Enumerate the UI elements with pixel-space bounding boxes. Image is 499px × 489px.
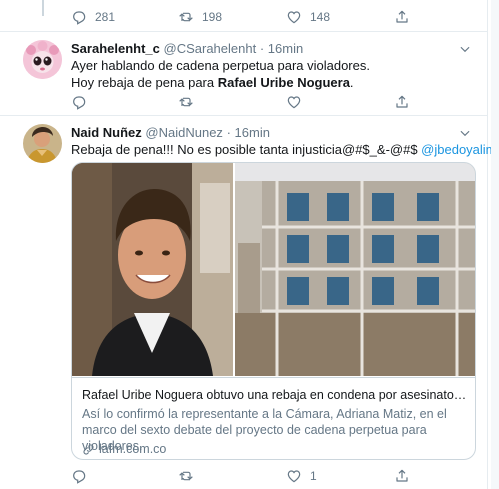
- retweet-button[interactable]: 198: [178, 9, 222, 25]
- scrollbar[interactable]: [491, 0, 499, 489]
- like-button[interactable]: [286, 94, 302, 110]
- like-button[interactable]: 1: [286, 468, 317, 484]
- link-preview-card[interactable]: Rafael Uribe Noguera obtuvo una rebaja e…: [71, 162, 476, 460]
- user-handle[interactable]: @CSarahelenht: [164, 41, 257, 56]
- reply-button[interactable]: 281: [71, 9, 115, 25]
- like-icon: [287, 470, 301, 483]
- card-domain-text: lafm.com.co: [99, 442, 167, 456]
- share-icon: [396, 10, 408, 23]
- reply-button[interactable]: [71, 468, 87, 484]
- reply-button[interactable]: [71, 94, 87, 110]
- retweet-button[interactable]: [178, 94, 194, 110]
- share-button[interactable]: [394, 468, 410, 484]
- card-domain: lafm.com.co: [82, 442, 166, 456]
- tweet-header: Sarahelenht_c @CSarahelenht · 16min: [71, 41, 303, 56]
- card-image: [72, 163, 475, 376]
- retweet-icon: [179, 471, 193, 481]
- like-count: 1: [310, 469, 317, 483]
- timestamp[interactable]: 16min: [235, 125, 270, 140]
- share-button[interactable]: [394, 94, 410, 110]
- retweet-icon: [179, 97, 193, 107]
- like-icon: [287, 96, 301, 109]
- avatar-image: [23, 40, 62, 79]
- retweet-button[interactable]: [178, 468, 194, 484]
- tweet-text-prefix: Hoy rebaja de pena para: [71, 75, 218, 90]
- chevron-down-icon[interactable]: [458, 42, 472, 56]
- user-handle[interactable]: @NaidNunez: [145, 125, 223, 140]
- like-count: 148: [310, 10, 331, 24]
- avatar[interactable]: [23, 40, 62, 79]
- timeline: 281 198 148 Sarahelenht_c @CSarahelenht …: [0, 0, 499, 489]
- display-name[interactable]: Sarahelenht_c: [71, 41, 160, 56]
- tweet-text-line-2: Hoy rebaja de pena para Rafael Uribe Nog…: [71, 74, 354, 91]
- tweet-text: Rebaja de pena!!! No es posible tanta in…: [71, 141, 499, 158]
- separator-dot: ·: [259, 41, 265, 56]
- reply-icon: [73, 11, 86, 25]
- image-separator: [233, 163, 235, 376]
- reply-icon: [73, 96, 86, 110]
- link-icon: [83, 443, 94, 455]
- chevron-down-icon[interactable]: [458, 126, 472, 140]
- retweet-count: 198: [202, 10, 223, 24]
- display-name[interactable]: Naid Nuñez: [71, 125, 142, 140]
- thread-line: [42, 0, 44, 16]
- reply-icon: [73, 470, 86, 484]
- share-icon: [396, 95, 408, 108]
- tweet-sarahelenht[interactable]: Sarahelenht_c @CSarahelenht · 16min Ayer…: [0, 32, 488, 115]
- tweet-text-suffix: .: [349, 75, 354, 90]
- mention-link[interactable]: @jbedoyalima: [421, 142, 499, 157]
- tweet-text-bold: Rafael Uribe Noguera: [217, 75, 350, 90]
- tweet-text-line-1: Ayer hablando de cadena perpetua para vi…: [71, 58, 370, 73]
- like-button[interactable]: 148: [286, 9, 330, 25]
- avatar-image: [23, 124, 62, 163]
- like-icon: [287, 11, 301, 24]
- share-button[interactable]: [394, 9, 410, 25]
- reply-count: 281: [95, 10, 116, 24]
- separator-dot: ·: [226, 125, 231, 140]
- avatar[interactable]: [23, 124, 62, 163]
- tweet-header: Naid Nuñez @NaidNunez · 16min: [71, 125, 270, 140]
- share-icon: [396, 469, 408, 482]
- tweet-text-body: Rebaja de pena!!! No es posible tanta in…: [71, 142, 422, 157]
- timestamp[interactable]: 16min: [268, 41, 303, 56]
- card-title: Rafael Uribe Noguera obtuvo una rebaja e…: [82, 388, 467, 402]
- card-body: Rafael Uribe Noguera obtuvo una rebaja e…: [72, 377, 475, 459]
- retweet-icon: [179, 12, 193, 22]
